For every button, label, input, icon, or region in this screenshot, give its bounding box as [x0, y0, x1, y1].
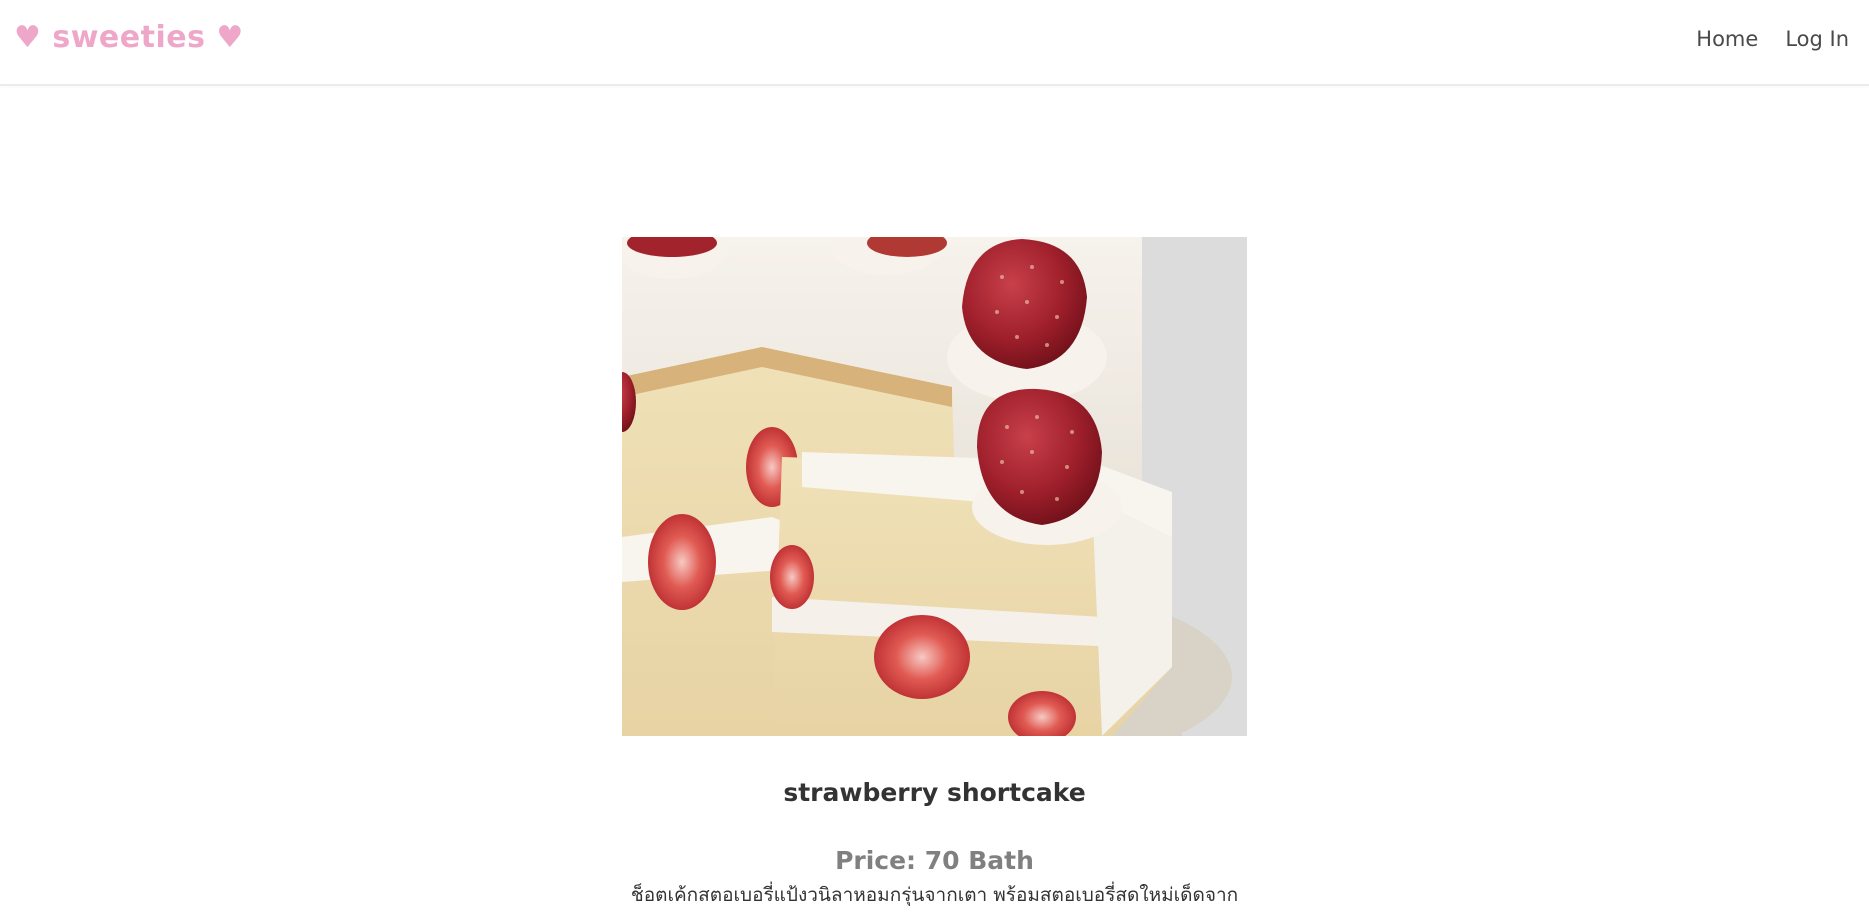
product-name: strawberry shortcake — [783, 778, 1086, 807]
product-description: ช็อตเค้กสตอเบอรี่แป้งวนิลาหอมกรุ่นจากเตา… — [630, 884, 1239, 906]
product-image — [622, 237, 1247, 736]
brand-logo-link[interactable]: ♥ sweeties ♥ — [14, 20, 244, 55]
product-detail: strawberry shortcake Price: 70 Bath ช็อต… — [0, 237, 1869, 909]
nav-login-link[interactable]: Log In — [1785, 27, 1849, 51]
nav-links: Home Log In — [1696, 27, 1849, 51]
nav-home-link[interactable]: Home — [1696, 27, 1758, 51]
top-navbar: ♥ sweeties ♥ Home Log In — [0, 0, 1869, 86]
product-price: Price: 70 Bath — [835, 846, 1034, 875]
